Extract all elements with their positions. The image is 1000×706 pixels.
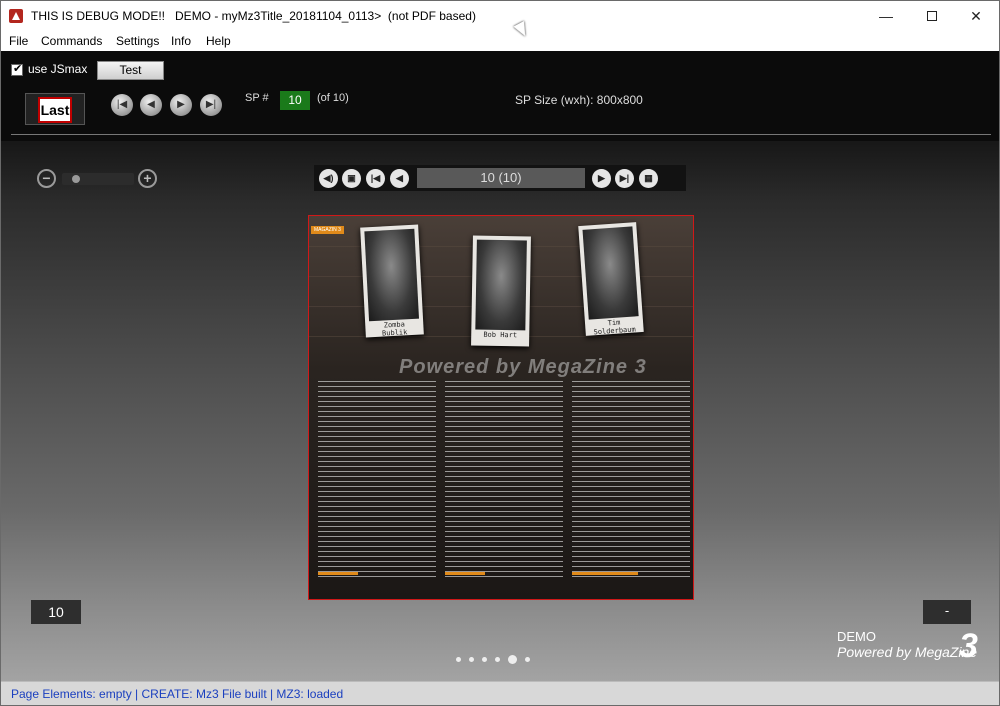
- minimize-button[interactable]: —: [863, 1, 909, 31]
- title-bar: THIS IS DEBUG MODE!! DEMO - myMz3Title_2…: [1, 1, 999, 31]
- left-page-number: 10: [31, 600, 81, 624]
- sp-size: SP Size (wxh): 800x800: [515, 93, 643, 107]
- play-icon: ▶: [177, 99, 185, 110]
- page-dot[interactable]: [456, 657, 461, 663]
- sp-total: (of 10): [317, 92, 349, 104]
- arrow-left-icon: ◀: [396, 173, 403, 183]
- status-bar: Page Elements: empty | CREATE: Mz3 File …: [1, 681, 999, 705]
- grid-icon: ▦: [644, 173, 653, 183]
- portrait-image: [475, 239, 527, 331]
- fullscreen-button[interactable]: ▣: [342, 169, 361, 188]
- arrow-right-icon: ▶: [598, 173, 605, 183]
- app-icon: [9, 9, 23, 23]
- speaker-icon: ◀): [323, 173, 334, 183]
- zoom-out-button[interactable]: −: [37, 169, 56, 188]
- maximize-button[interactable]: [909, 1, 955, 31]
- window-title: THIS IS DEBUG MODE!! DEMO - myMz3Title_2…: [31, 9, 476, 23]
- control-panel: use JSmax Test Last |◀ ◀ ▶ ▶| SP # 10 (o…: [1, 51, 999, 141]
- portrait-image: [364, 228, 420, 322]
- nav-next-button[interactable]: ▶: [592, 169, 611, 188]
- page-dot[interactable]: [482, 657, 487, 663]
- page-number-field[interactable]: 10 (10): [417, 168, 585, 188]
- page-dot[interactable]: [525, 657, 530, 663]
- menu-settings[interactable]: Settings: [116, 34, 159, 48]
- prev-page-button[interactable]: ◀: [140, 94, 162, 116]
- page-dots[interactable]: [456, 651, 556, 665]
- plus-icon: +: [143, 170, 152, 186]
- nav-last-button[interactable]: ▶|: [615, 169, 634, 188]
- portrait-image: [582, 226, 639, 320]
- thumbnails-button[interactable]: ▦: [639, 169, 658, 188]
- test-button[interactable]: Test: [97, 61, 164, 80]
- article-text-column: [445, 381, 563, 581]
- menu-info[interactable]: Info: [171, 34, 191, 48]
- photo-caption: Zomba Bublik: [381, 320, 408, 338]
- demo-label: DEMO: [837, 629, 876, 644]
- last-page-box[interactable]: Last: [25, 93, 85, 125]
- next-page-button[interactable]: ▶: [170, 94, 192, 116]
- use-jsmax-label: use JSmax: [28, 62, 88, 76]
- zoom-slider[interactable]: [62, 173, 134, 185]
- page-navigation-bar: ◀) ▣ |◀ ◀ 10 (10) ▶ ▶| ▦: [314, 165, 686, 191]
- photo-card: Bob Hart: [471, 235, 531, 347]
- powered-watermark: Powered by MegaZine 3: [399, 356, 647, 378]
- last-button[interactable]: Last: [38, 97, 72, 123]
- sound-button[interactable]: ◀): [319, 169, 338, 188]
- photo-caption: Bob Hart: [483, 330, 518, 340]
- menu-file[interactable]: File: [9, 34, 28, 48]
- page-dot[interactable]: [469, 657, 474, 663]
- menu-bar: File Commands Settings Info Help: [1, 31, 999, 51]
- article-text-column: [572, 381, 690, 581]
- skip-forward-icon: ▶|: [619, 173, 630, 183]
- powered-by-logo: Powered by MegaZine: [837, 644, 978, 660]
- sp-label: SP #: [245, 92, 269, 104]
- zoom-slider-thumb[interactable]: [71, 175, 80, 183]
- megazine-3-logo: 3: [959, 627, 978, 665]
- sp-number-field[interactable]: 10: [280, 91, 310, 110]
- divider: [11, 134, 991, 135]
- zoom-in-button[interactable]: +: [138, 169, 157, 188]
- page-dot[interactable]: [495, 657, 500, 663]
- minus-icon: −: [42, 170, 51, 186]
- page-dot-active[interactable]: [508, 655, 517, 665]
- skip-back-icon: |◀: [116, 99, 128, 110]
- use-jsmax-checkbox[interactable]: [11, 62, 23, 76]
- close-button[interactable]: ✕: [953, 1, 999, 31]
- play-back-icon: ◀: [147, 99, 155, 110]
- last-page-button[interactable]: ▶|: [200, 94, 222, 116]
- status-text: Page Elements: empty | CREATE: Mz3 File …: [11, 687, 344, 701]
- menu-commands[interactable]: Commands: [41, 34, 102, 48]
- skip-back-icon: |◀: [370, 173, 381, 183]
- nav-prev-button[interactable]: ◀: [390, 169, 409, 188]
- app-window: THIS IS DEBUG MODE!! DEMO - myMz3Title_2…: [0, 0, 1000, 706]
- photo-caption: Tim Solderbaum: [593, 318, 636, 337]
- first-page-button[interactable]: |◀: [111, 94, 133, 116]
- right-page-number: -: [923, 600, 971, 624]
- viewer-stage: use JSmax Test Last |◀ ◀ ▶ ▶| SP # 10 (o…: [1, 51, 999, 681]
- photo-card: Zomba Bublik: [360, 224, 424, 338]
- magazine-badge: MAGAZIN 3: [311, 226, 344, 234]
- article-link[interactable]: [318, 572, 358, 575]
- menu-help[interactable]: Help: [206, 34, 231, 48]
- photo-card: Tim Solderbaum: [578, 222, 644, 336]
- window-icon: ▣: [347, 173, 356, 183]
- maximize-icon: [927, 10, 937, 21]
- article-link[interactable]: [445, 572, 485, 575]
- article-text-column: [318, 381, 436, 581]
- magazine-page[interactable]: MAGAZIN 3 Zomba Bublik Bob Hart Tim Sold…: [308, 215, 694, 600]
- nav-first-button[interactable]: |◀: [366, 169, 385, 188]
- article-link[interactable]: [572, 572, 638, 575]
- skip-forward-icon: ▶|: [205, 99, 217, 110]
